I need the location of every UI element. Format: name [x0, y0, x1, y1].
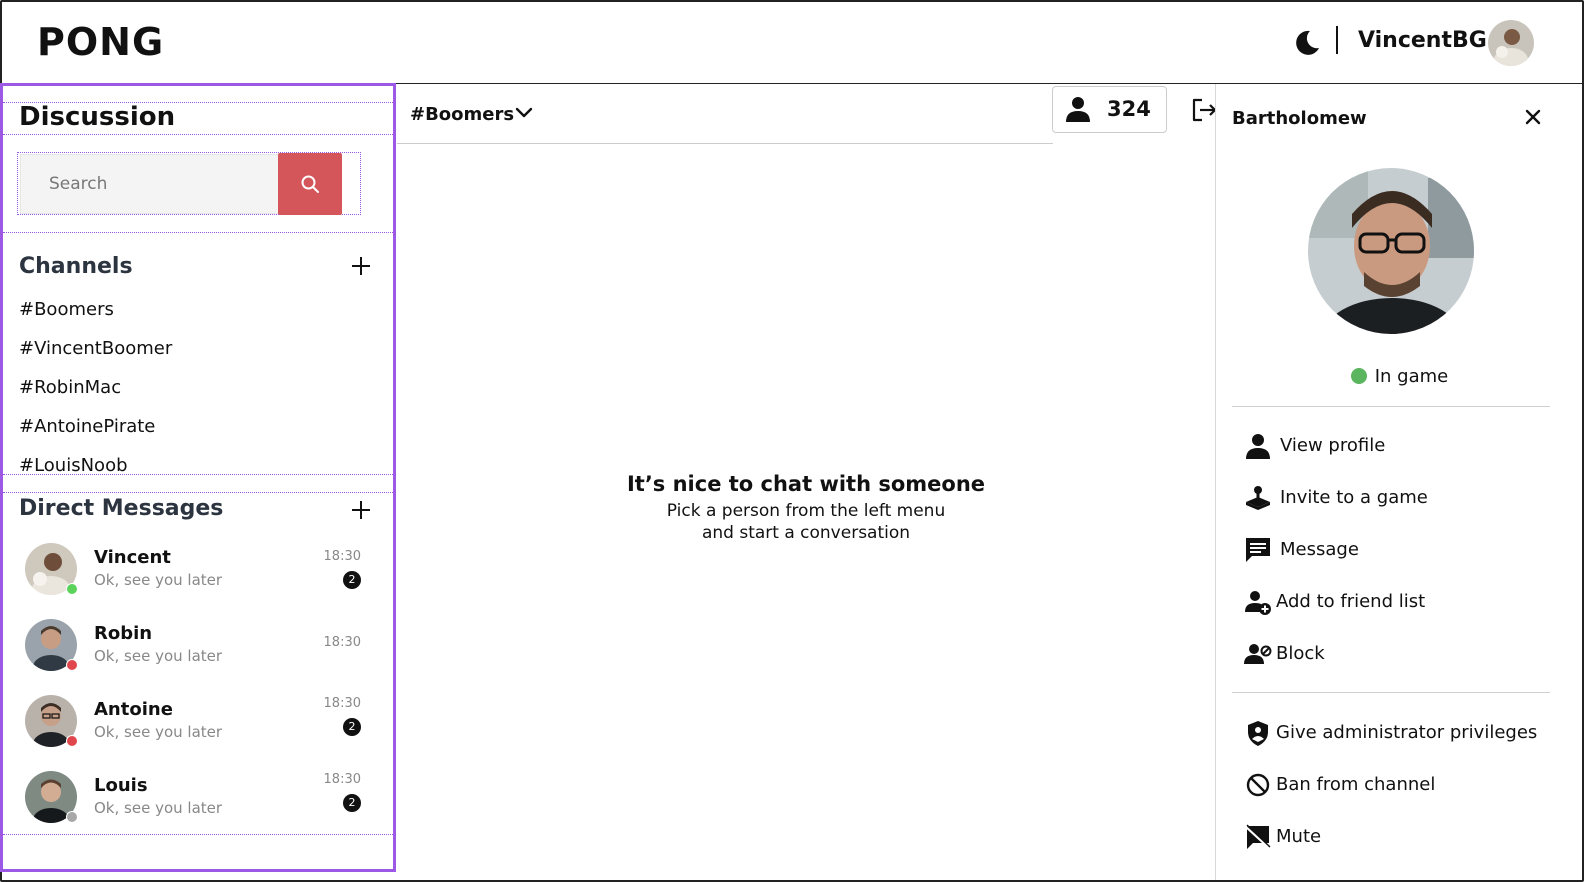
- user-icon: [1066, 97, 1090, 122]
- dm-item-vincent[interactable]: Vincent Ok, see you later 18:30 2: [23, 543, 373, 603]
- leave-channel-icon[interactable]: [1190, 96, 1218, 124]
- channel-item[interactable]: #LouisNoob: [19, 455, 128, 476]
- profile-panel: Bartholomew In game View profile Invite …: [1215, 84, 1582, 880]
- action-label: View profile: [1280, 435, 1386, 456]
- give-admin-button[interactable]: Give administrator privileges: [1244, 717, 1564, 749]
- channel-header-divider: [397, 143, 1053, 144]
- status-indicator: [66, 659, 78, 671]
- user-avatar[interactable]: [1488, 20, 1534, 66]
- member-count: 324: [1107, 97, 1151, 121]
- mute-icon: [1245, 824, 1271, 850]
- left-sidebar: Discussion Search Channels #Boomers #Vin…: [0, 83, 396, 872]
- search-icon: [301, 175, 319, 193]
- action-label: Message: [1280, 539, 1359, 560]
- unread-badge: 2: [343, 718, 361, 736]
- dm-preview: Ok, see you later: [94, 723, 223, 741]
- add-dm-icon[interactable]: [351, 500, 371, 520]
- chat-icon: [1246, 538, 1270, 562]
- dm-heading: Direct Messages: [19, 496, 224, 521]
- member-count-button[interactable]: 324: [1052, 86, 1167, 133]
- view-profile-button[interactable]: View profile: [1244, 430, 1564, 462]
- status-indicator: [66, 811, 78, 823]
- search-box: Search: [17, 152, 361, 215]
- header-divider: [1336, 26, 1338, 54]
- divider: [3, 474, 393, 475]
- dm-item-robin[interactable]: Robin Ok, see you later 18:30: [23, 619, 373, 679]
- channel-item[interactable]: #VincentBoomer: [19, 338, 172, 359]
- close-icon[interactable]: [1524, 108, 1542, 126]
- top-header: PONG VincentBG: [2, 2, 1582, 84]
- dm-item-louis[interactable]: Louis Ok, see you later 18:30 2: [23, 771, 373, 831]
- presence-status: In game: [1216, 366, 1583, 387]
- status-indicator: [66, 735, 78, 747]
- action-label: Mute: [1276, 826, 1322, 847]
- empty-state-line: Pick a person from the left menu: [666, 501, 946, 521]
- dm-time: 18:30: [323, 635, 361, 650]
- username[interactable]: VincentBG: [1358, 28, 1487, 53]
- unread-badge: 2: [343, 571, 361, 589]
- ban-button[interactable]: Ban from channel: [1244, 769, 1564, 801]
- dm-name: Antoine: [94, 699, 173, 720]
- invite-game-button[interactable]: Invite to a game: [1244, 482, 1564, 514]
- shield-icon: [1248, 721, 1268, 746]
- moon-icon[interactable]: [1292, 28, 1322, 58]
- dm-preview: Ok, see you later: [94, 647, 223, 665]
- channel-item[interactable]: #Boomers: [19, 299, 114, 320]
- search-input[interactable]: Search: [20, 154, 279, 214]
- action-label: Invite to a game: [1280, 487, 1428, 508]
- status-indicator: [66, 583, 78, 595]
- app-logo[interactable]: PONG: [37, 20, 164, 64]
- ban-icon: [1246, 773, 1270, 797]
- action-label: Ban from channel: [1276, 774, 1436, 795]
- channel-selector[interactable]: #Boomers: [410, 104, 514, 125]
- mute-button[interactable]: Mute: [1244, 821, 1564, 853]
- add-friend-button[interactable]: Add to friend list: [1244, 586, 1564, 618]
- divider: [3, 232, 393, 233]
- dm-name: Vincent: [94, 547, 171, 568]
- joystick-icon: [1246, 486, 1270, 510]
- status-label: In game: [1374, 366, 1449, 387]
- message-button[interactable]: Message: [1244, 534, 1564, 566]
- unread-badge: 2: [343, 794, 361, 812]
- channels-heading: Channels: [19, 254, 133, 279]
- divider: [3, 492, 393, 493]
- block-button[interactable]: Block: [1244, 638, 1564, 670]
- dm-time: 18:30: [323, 772, 361, 787]
- status-dot: [1350, 368, 1367, 384]
- divider: [3, 834, 393, 835]
- action-label: Block: [1276, 643, 1325, 664]
- divider: [3, 134, 393, 135]
- dm-time: 18:30: [323, 549, 361, 564]
- add-channel-icon[interactable]: [351, 256, 371, 276]
- add-friend-icon: [1245, 591, 1271, 615]
- channel-item[interactable]: #AntoinePirate: [19, 416, 155, 437]
- dm-name: Louis: [94, 775, 148, 796]
- action-label: Give administrator privileges: [1276, 722, 1538, 743]
- user-icon: [1246, 434, 1270, 459]
- profile-name: Bartholomew: [1232, 108, 1367, 129]
- empty-state-line: and start a conversation: [701, 523, 911, 543]
- dm-item-antoine[interactable]: Antoine Ok, see you later 18:30 2: [23, 695, 373, 755]
- empty-state-subtitle: Pick a person from the left menu and sta…: [397, 500, 1215, 544]
- divider: [1232, 692, 1550, 693]
- dm-preview: Ok, see you later: [94, 799, 223, 817]
- dm-name: Robin: [94, 623, 153, 644]
- block-user-icon: [1244, 644, 1272, 664]
- profile-avatar: [1308, 168, 1474, 334]
- divider: [1232, 406, 1550, 407]
- sidebar-title: Discussion: [19, 102, 176, 132]
- channel-item[interactable]: #RobinMac: [19, 377, 121, 398]
- empty-state-title: It’s nice to chat with someone: [626, 472, 986, 496]
- action-label: Add to friend list: [1276, 591, 1426, 612]
- chevron-down-icon[interactable]: [515, 106, 533, 120]
- dm-preview: Ok, see you later: [94, 571, 223, 589]
- search-button[interactable]: [278, 153, 342, 215]
- dm-time: 18:30: [323, 696, 361, 711]
